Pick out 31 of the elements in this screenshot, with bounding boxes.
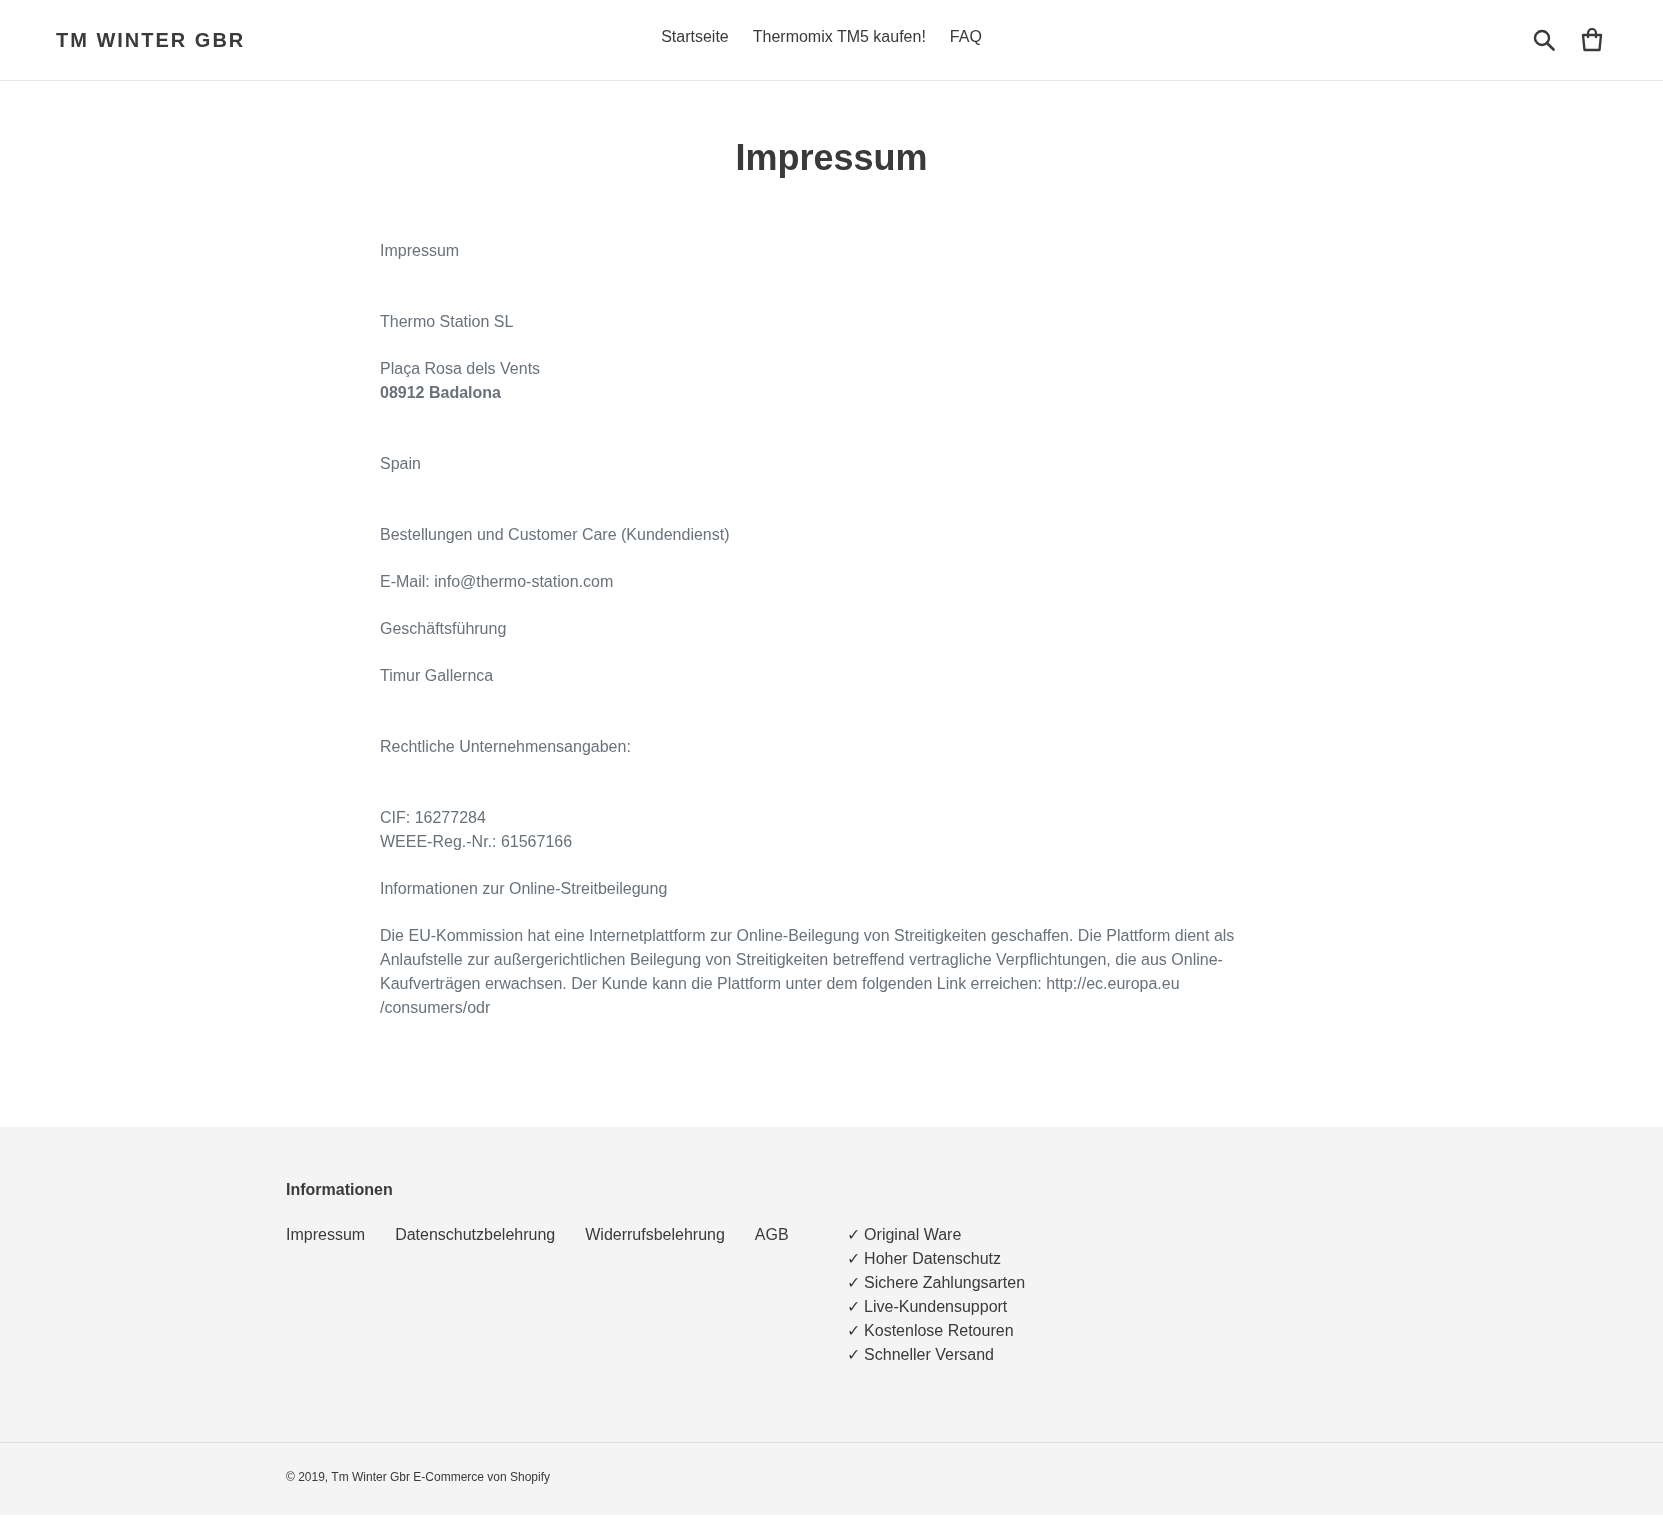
paragraph: Die EU-Kommission hat eine Internetplattform zur Online-Beilegung von Streitigkeiten geschaffen. Die Plattform dient als Anlaufstelle zur außergerichtlichen Beilegung von Streitigkeiten betreffend vertragliche Verpflichtungen, die aus Online-Kaufverträgen erwachsen. Der Kunde kann die Plattform unter dem folgenden Link erreichen: http://ec.europa.eu /consumers/odr xyxy=(380,926,1236,1018)
paragraph: E-Mail: info@thermo-station.com xyxy=(380,572,615,592)
site-logo[interactable]: TM WINTER GBR xyxy=(56,28,246,52)
nav-link[interactable]: Startseite xyxy=(661,28,729,46)
paragraph: Impressum xyxy=(380,241,461,261)
footer-link[interactable]: Impressum xyxy=(286,1223,366,1247)
paragraph: Geschäftsführung xyxy=(380,619,508,639)
paragraph: Plaça Rosa dels Vents 08912 Badalona xyxy=(380,359,542,403)
footer-link[interactable]: AGB xyxy=(754,1223,789,1247)
footer-link[interactable]: Widerrufsbelehrung xyxy=(585,1223,725,1247)
paragraph: Informationen zur Online-Streitbeilegung xyxy=(380,879,669,899)
paragraph: Bestellungen und Customer Care (Kundendienst) xyxy=(380,525,731,545)
search-icon[interactable] xyxy=(1533,29,1555,51)
feature-item: ✓ Live-Kundensupport xyxy=(846,1297,1009,1317)
footer-link[interactable]: Datenschutzbelehrung xyxy=(395,1223,556,1247)
paragraph: Timur Gallernca xyxy=(380,666,495,686)
feature-item: ✓ Hoher Datenschutz xyxy=(846,1249,1003,1269)
paragraph: Spain xyxy=(380,454,422,474)
nav-link[interactable]: FAQ xyxy=(949,28,982,46)
footer-heading: Informationen xyxy=(286,1181,393,1199)
feature-item: ✓ Sichere Zahlungsarten xyxy=(846,1273,1026,1293)
copyright-text: © 2019, Tm Winter Gbr E-Commerce von Shopify xyxy=(286,1470,551,1484)
feature-item: ✓ Original Ware xyxy=(846,1225,963,1245)
nav-link[interactable]: Thermomix TM5 kaufen! xyxy=(752,28,926,46)
paragraph: CIF: 16277284 WEEE-Reg.-Nr.: 61567166 xyxy=(380,808,574,852)
paragraph: Rechtliche Unternehmensangaben: xyxy=(380,737,632,757)
page-title: Impressum xyxy=(735,137,928,179)
paragraph: Thermo Station SL xyxy=(380,312,515,332)
shopping-bag-icon[interactable] xyxy=(1581,28,1603,52)
feature-item: ✓ Schneller Versand xyxy=(846,1345,995,1365)
feature-item: ✓ Kostenlose Retouren xyxy=(846,1321,1015,1341)
